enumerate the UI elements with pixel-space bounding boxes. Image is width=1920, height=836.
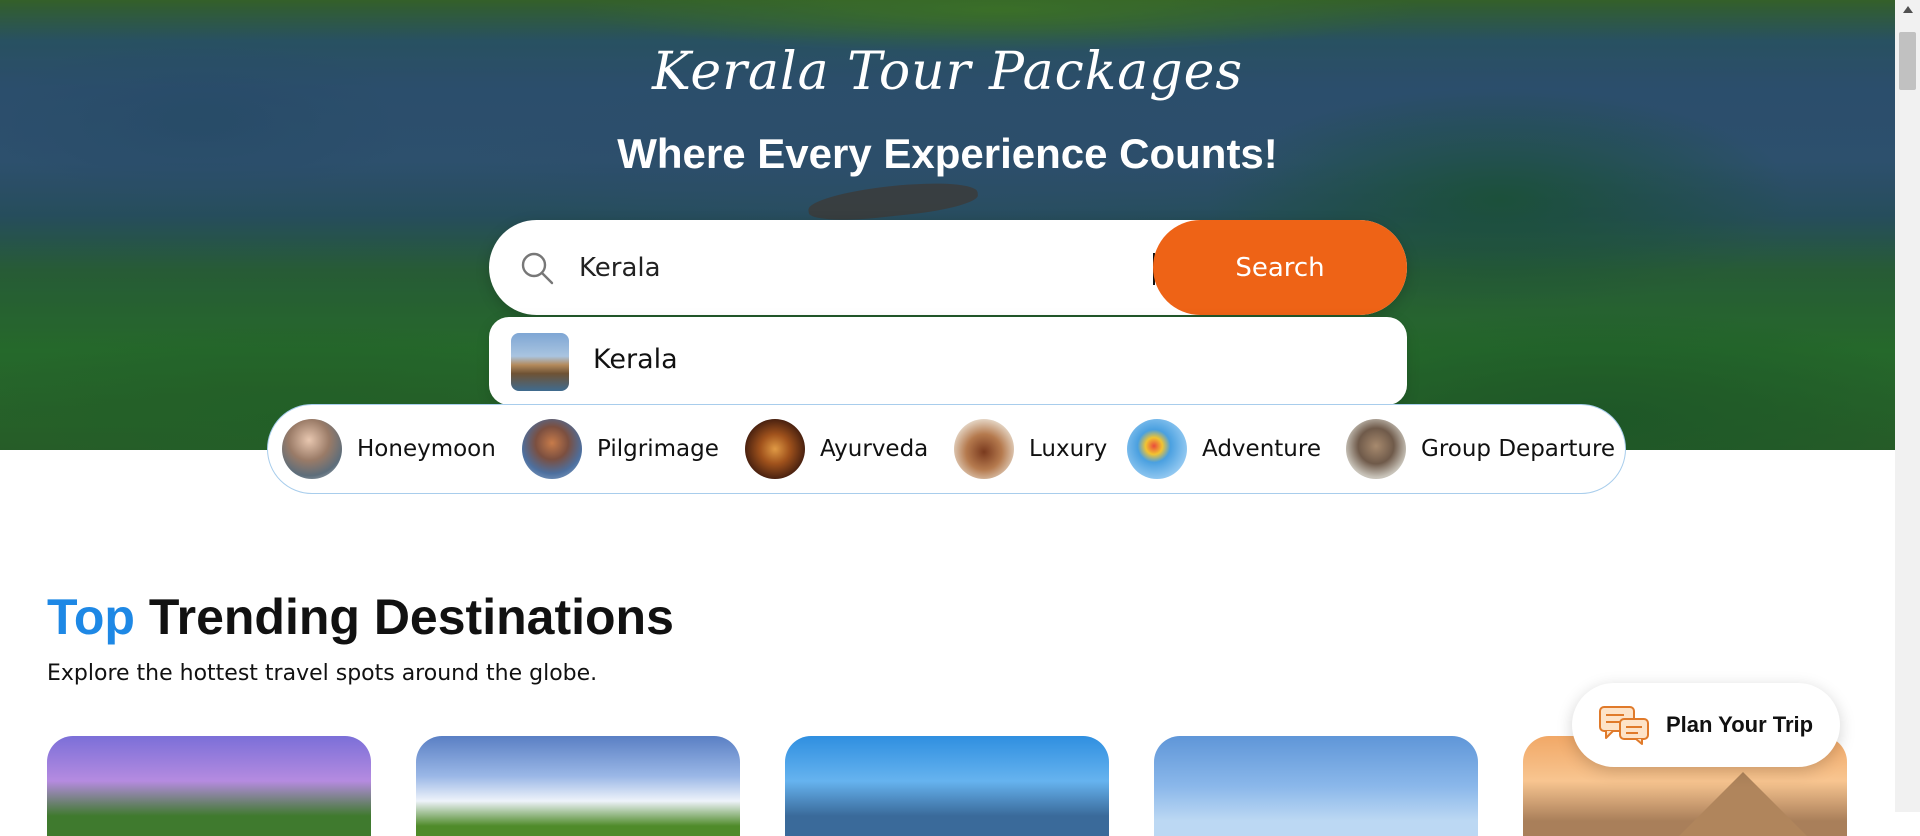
- category-label: Group Departure: [1421, 436, 1616, 462]
- destination-card[interactable]: [785, 736, 1109, 836]
- suggestion-label: Kerala: [593, 344, 678, 375]
- search-bar: Search: [489, 220, 1407, 315]
- category-label: Honeymoon: [357, 436, 496, 462]
- scrollbar[interactable]: [1895, 0, 1920, 812]
- adventure-avatar: [1127, 419, 1187, 479]
- scrollbar-thumb[interactable]: [1899, 32, 1916, 90]
- section-title-accent: Top: [47, 589, 135, 645]
- destination-card[interactable]: [416, 736, 740, 836]
- category-group-departure[interactable]: Group Departure: [1346, 419, 1615, 479]
- chat-bubbles-icon: [1599, 706, 1649, 745]
- houseboat-thumbnail: [511, 333, 569, 391]
- destination-card[interactable]: [47, 736, 371, 836]
- plan-trip-label: Plan Your Trip: [1666, 712, 1814, 737]
- group-departure-avatar: [1346, 419, 1406, 479]
- section-title: Top Trending Destinations: [47, 588, 674, 646]
- search-button[interactable]: Search: [1153, 220, 1407, 315]
- category-label: Adventure: [1202, 436, 1321, 462]
- pyramid-image: [1673, 772, 1813, 836]
- section-title-rest: Trending Destinations: [148, 589, 674, 645]
- category-ayurveda[interactable]: Ayurveda: [745, 419, 928, 479]
- search-suggestion-item[interactable]: Kerala: [489, 317, 1407, 405]
- search-icon: [521, 252, 554, 285]
- ayurveda-avatar: [745, 419, 805, 479]
- luxury-avatar: [954, 419, 1014, 479]
- category-label: Ayurveda: [820, 436, 929, 462]
- scroll-up-arrow-icon[interactable]: [1903, 6, 1913, 13]
- boat-image: [806, 177, 980, 225]
- honeymoon-avatar: [282, 419, 342, 479]
- category-label: Luxury: [1029, 436, 1108, 462]
- search-input[interactable]: [579, 240, 1139, 295]
- hero-headline: Where Every Experience Counts!: [617, 130, 1278, 177]
- hero-script-title: Kerala Tour Packages: [651, 42, 1244, 102]
- section-subtitle: Explore the hottest travel spots around …: [47, 661, 598, 686]
- category-pilgrimage[interactable]: Pilgrimage: [522, 419, 719, 479]
- plan-trip-button[interactable]: Plan Your Trip: [1572, 683, 1840, 767]
- category-label: Pilgrimage: [597, 436, 719, 462]
- category-bar: Honeymoon Pilgrimage Ayurveda Luxury Adv…: [267, 404, 1626, 494]
- category-luxury[interactable]: Luxury: [954, 419, 1107, 479]
- category-honeymoon[interactable]: Honeymoon: [282, 419, 496, 479]
- pilgrimage-avatar: [522, 419, 582, 479]
- category-adventure[interactable]: Adventure: [1127, 419, 1321, 479]
- destination-card[interactable]: [1154, 736, 1478, 836]
